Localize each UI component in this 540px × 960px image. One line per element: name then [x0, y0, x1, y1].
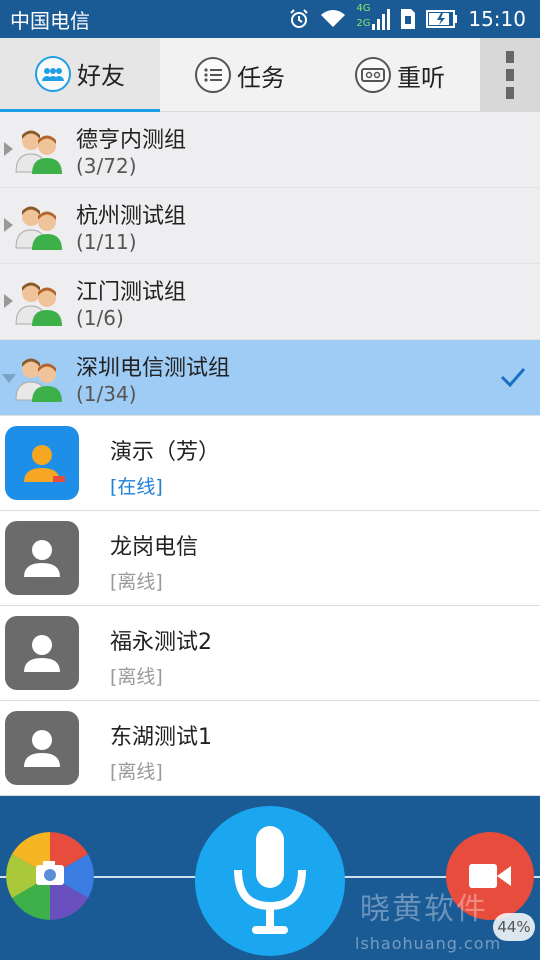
contact-status: [在线]: [110, 476, 163, 498]
more-dot: [506, 50, 514, 63]
contact-status: [离线]: [110, 666, 163, 688]
group-count: (3/72): [76, 154, 137, 178]
carrier-name: 中国电信: [10, 8, 90, 33]
group-row[interactable]: 杭州测试组 (1/11): [0, 188, 540, 264]
more-dot: [506, 68, 514, 81]
friends-icon: [35, 55, 71, 92]
contact-row[interactable]: 福永测试2 [离线]: [0, 606, 540, 701]
tab-tasks-label: 任务: [237, 63, 285, 92]
tab-friends-label: 好友: [77, 62, 125, 90]
group-name: 深圳电信测试组: [76, 356, 231, 381]
more-dot: [506, 86, 514, 99]
network-2g-label: 2G: [356, 18, 371, 29]
contact-status: [离线]: [110, 571, 163, 593]
group-row[interactable]: 江门测试组 (1/6): [0, 264, 540, 340]
battery-icon: [426, 10, 458, 28]
camera-icon: [6, 832, 94, 920]
contact-row[interactable]: 演示（芳） [在线]: [0, 416, 540, 511]
watermark-text: 晓黄软件: [360, 892, 488, 927]
alarm-icon: [288, 8, 310, 30]
contact-avatar-offline-icon: [5, 711, 79, 785]
task-list-icon: [195, 57, 231, 93]
group-count: (1/6): [76, 306, 124, 330]
contact-avatar-offline-icon: [5, 521, 79, 595]
checkmark-icon: [500, 366, 526, 392]
tab-replay[interactable]: 重听: [320, 38, 480, 112]
microphone-icon: [234, 826, 306, 934]
tab-friends[interactable]: 好友: [0, 38, 160, 112]
group-count: (1/11): [76, 230, 137, 254]
expand-arrow-icon: [4, 218, 13, 232]
contact-list: 演示（芳） [在线] 龙岗电信 [离线] 福永测试2 [离线] 东湖测试1 [离…: [0, 416, 540, 796]
percent-badge: 44%: [493, 913, 535, 941]
clock-time: 15:10: [468, 7, 526, 31]
tab-tasks[interactable]: 任务: [160, 38, 320, 112]
contact-status: [离线]: [110, 761, 163, 783]
wifi-icon: [320, 9, 346, 29]
bottom-action-bar: 晓黄软件 lshaohuang.com 44%: [0, 796, 540, 960]
tab-bar: 好友 任务 重听: [0, 38, 540, 112]
contact-row[interactable]: 东湖测试1 [离线]: [0, 701, 540, 796]
watermark-url: lshaohuang.com: [355, 934, 502, 953]
contact-name: 演示（芳）: [110, 440, 221, 465]
group-avatar-icon: [14, 278, 64, 326]
contact-name: 龙岗电信: [110, 535, 199, 560]
more-menu-button[interactable]: [480, 38, 540, 111]
contact-name: 福永测试2: [110, 630, 212, 655]
group-name: 杭州测试组: [76, 204, 187, 229]
contact-name: 东湖测试1: [110, 725, 212, 750]
expand-arrow-icon: [4, 294, 13, 308]
tab-replay-label: 重听: [397, 63, 445, 92]
group-name: 江门测试组: [76, 280, 187, 305]
replay-tape-icon: [355, 57, 391, 93]
sim-icon: [400, 8, 416, 30]
contact-row[interactable]: 龙岗电信 [离线]: [0, 511, 540, 606]
group-avatar-icon: [14, 126, 64, 174]
group-row-selected[interactable]: 深圳电信测试组 (1/34): [0, 340, 540, 416]
status-bar: 中国电信 4G 2G 15:10: [0, 0, 540, 38]
microphone-button[interactable]: [195, 806, 345, 956]
signal-icon: 4G 2G: [356, 3, 391, 34]
contact-avatar-online-icon: [5, 426, 79, 500]
group-avatar-icon: [14, 354, 64, 402]
group-row[interactable]: 德亨内测组 (3/72): [0, 112, 540, 188]
group-name: 德亨内测组: [76, 128, 187, 153]
expand-arrow-icon: [4, 142, 13, 156]
group-list: 德亨内测组 (3/72) 杭州测试组 (1/11) 江门测试组 (1/6) 深圳…: [0, 112, 540, 416]
group-count: (1/34): [76, 382, 137, 406]
contact-avatar-offline-icon: [5, 616, 79, 690]
camera-button[interactable]: [6, 832, 94, 920]
group-avatar-icon: [14, 202, 64, 250]
network-4g-label: 4G: [356, 3, 371, 14]
